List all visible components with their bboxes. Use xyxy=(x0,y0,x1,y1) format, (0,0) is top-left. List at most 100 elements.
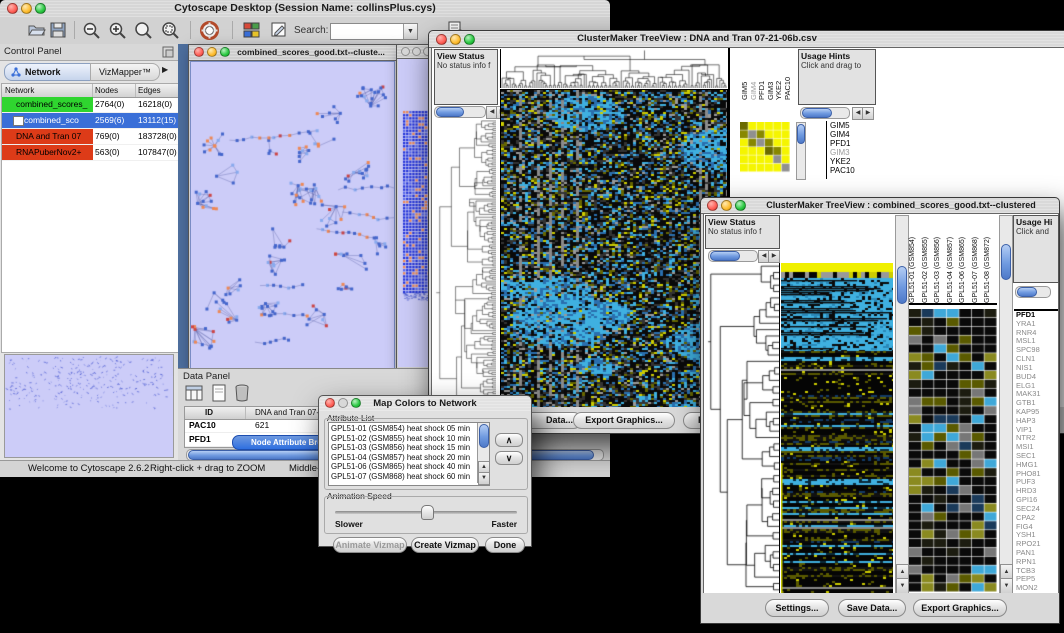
treeview2-usage-scrollbar[interactable] xyxy=(1015,286,1051,298)
treeview2-titlebar[interactable]: ClusterMaker TreeView : combined_scores_… xyxy=(701,198,1059,214)
treeview2-gene-labels: PFD1YRA1RNR4MSL1SPC98CLN1NIS1BUD4ELG1MAK… xyxy=(1014,309,1058,594)
attribute-item[interactable]: GPL51-01 (GSM854) heat shock 05 min xyxy=(331,424,489,434)
birdseye-view-canvas[interactable] xyxy=(4,354,174,458)
close-button[interactable] xyxy=(194,47,204,57)
attribute-list[interactable]: GPL51-01 (GSM854) heat shock 05 minGPL51… xyxy=(328,422,490,486)
close-button[interactable] xyxy=(707,200,718,211)
scroll-right-arrow[interactable]: ▶ xyxy=(768,250,780,263)
network-table: Network Nodes Edges combined_scores_2764… xyxy=(1,83,179,353)
network-frame-titlebar[interactable]: combined_scores_good.txt--cluste... xyxy=(189,45,396,61)
close-button[interactable] xyxy=(401,47,410,56)
export-graphics-button[interactable]: Export Graphics... xyxy=(573,412,675,429)
attribute-item[interactable]: GPL51-02 (GSM855) heat shock 10 min xyxy=(331,434,489,444)
network-table-row[interactable]: RNAPuberNov2+563(0)107847(0) xyxy=(2,145,178,161)
minimize-button[interactable] xyxy=(721,200,732,211)
zoom-out-icon[interactable] xyxy=(82,21,101,40)
tab-network-label: Network xyxy=(25,67,61,77)
network-table-rows: combined_scores_2764(0)16218(0)combined_… xyxy=(2,97,178,351)
id-col-header[interactable]: ID xyxy=(205,408,213,417)
network-table-row[interactable]: combined_sco2569(6)13112(15) xyxy=(2,113,178,129)
usage-hints-text: Click and xyxy=(1016,227,1049,236)
scroll-thumb[interactable] xyxy=(1001,244,1011,280)
network-view-canvas[interactable] xyxy=(190,61,395,369)
create-vizmap-button[interactable]: Create Vizmap xyxy=(411,537,479,553)
network-table-header: Network Nodes Edges xyxy=(2,84,178,98)
status-welcome: Welcome to Cytoscape 2.6.2 xyxy=(28,463,149,474)
vizmapper-palette-icon[interactable] xyxy=(243,22,260,38)
treeview1-zoom-vscrollbar[interactable] xyxy=(796,122,806,180)
main-titlebar[interactable]: Cytoscape Desktop (Session Name: collins… xyxy=(0,0,610,18)
scroll-thumb[interactable] xyxy=(1017,287,1037,297)
scroll-down-arrow[interactable]: ▼ xyxy=(478,472,490,485)
annotation-icon[interactable] xyxy=(270,21,288,39)
animate-vizmap-button[interactable]: Animate Vizmap xyxy=(333,537,407,553)
tab-network[interactable]: Network xyxy=(4,63,92,81)
open-folder-icon[interactable] xyxy=(28,22,46,38)
attribute-list-vscrollbar[interactable]: ▲ ▼ xyxy=(477,423,489,483)
attribute-item[interactable]: GPL51-06 (GSM865) heat shock 40 min xyxy=(331,462,489,472)
treeview1-titlebar[interactable]: ClusterMaker TreeView : DNA and Tran 07-… xyxy=(429,31,1064,48)
column-label: GPL51-04 (GSM857) xyxy=(947,217,959,303)
treeview1-row-dendrogram[interactable] xyxy=(434,120,496,406)
toolbar-separator xyxy=(74,21,75,39)
zoom-in-icon[interactable] xyxy=(108,21,127,40)
dialog-body: Attribute List GPL51-01 (GSM854) heat sh… xyxy=(319,411,531,546)
treeview1-column-dendrogram[interactable] xyxy=(500,49,727,88)
col-header-nodes[interactable]: Nodes xyxy=(95,86,118,95)
scroll-right-arrow[interactable]: ▶ xyxy=(862,107,874,120)
delete-attribute-icon[interactable] xyxy=(234,384,250,402)
scroll-down-arrow[interactable]: ▼ xyxy=(896,578,909,594)
treeview2-zoom-vscrollbar[interactable]: ▲ ▼ xyxy=(999,215,1013,595)
tab-overflow-arrow[interactable]: ▶ xyxy=(162,65,168,74)
network-name: combined_scores_ xyxy=(2,97,93,112)
scroll-thumb[interactable] xyxy=(710,251,740,261)
search-dropdown-arrow[interactable]: ▼ xyxy=(403,24,417,39)
minimize-button[interactable] xyxy=(412,47,421,56)
move-down-button[interactable]: ∨ xyxy=(495,451,523,465)
treeview1-zoom-heatmap[interactable] xyxy=(740,122,790,174)
network-table-row[interactable]: DNA and Tran 07769(0)183728(0) xyxy=(2,129,178,145)
treeview2-zoom-heatmap[interactable] xyxy=(909,309,997,592)
treeview1-usage-scrollbar[interactable] xyxy=(800,107,850,119)
scroll-thumb[interactable] xyxy=(436,107,464,117)
select-attributes-icon[interactable] xyxy=(184,384,204,402)
zoom-button[interactable] xyxy=(220,47,230,57)
speed-slider-thumb[interactable] xyxy=(421,505,434,520)
tab-vizmapper[interactable]: VizMapper™ xyxy=(90,63,160,81)
treeview2-heatmap-vscrollbar[interactable]: ▲ ▼ xyxy=(895,215,909,595)
scroll-thumb[interactable] xyxy=(797,124,805,144)
treeview2-row-dendrogram[interactable] xyxy=(705,263,780,593)
settings-button[interactable]: Settings... xyxy=(765,599,829,617)
scroll-thumb[interactable] xyxy=(897,266,907,304)
treeview2-vs-scrollbar[interactable] xyxy=(708,250,758,262)
attribute-item[interactable]: GPL51-07 (GSM868) heat shock 60 min xyxy=(331,472,489,482)
col-header-edges[interactable]: Edges xyxy=(138,86,161,95)
treeview2-window: ClusterMaker TreeView : combined_scores_… xyxy=(700,197,1060,624)
treeview2-heatmap[interactable] xyxy=(781,263,893,593)
minimize-button[interactable] xyxy=(207,47,217,57)
save-icon[interactable] xyxy=(50,22,66,38)
treeview1-vs-scrollbar[interactable] xyxy=(434,106,486,118)
zoom-selected-icon[interactable] xyxy=(160,21,180,40)
zoom-fit-icon[interactable] xyxy=(133,21,153,40)
network-table-row[interactable]: combined_scores_2764(0)16218(0) xyxy=(2,97,178,113)
new-attribute-icon[interactable] xyxy=(210,384,228,402)
view-status-text: No status info f xyxy=(437,61,490,70)
map-colors-dialog: Map Colors to Network Attribute List GPL… xyxy=(318,395,532,547)
dialog-titlebar[interactable]: Map Colors to Network xyxy=(319,396,531,412)
export-graphics-button[interactable]: Export Graphics... xyxy=(913,599,1007,617)
column-label: YKE2 xyxy=(774,54,782,100)
scroll-thumb[interactable] xyxy=(802,108,832,118)
treeview1-heatmap[interactable] xyxy=(500,89,728,408)
done-button[interactable]: Done xyxy=(485,537,525,553)
help-lifering-icon[interactable] xyxy=(200,21,219,40)
col-header-network[interactable]: Network xyxy=(5,86,34,95)
float-panel-icon[interactable] xyxy=(162,46,174,58)
save-data-button[interactable]: Save Data... xyxy=(838,599,906,617)
search-input[interactable]: ▼ xyxy=(330,23,418,40)
move-up-button[interactable]: ∧ xyxy=(495,433,523,447)
scroll-down-arrow[interactable]: ▼ xyxy=(1000,578,1013,594)
scroll-thumb[interactable] xyxy=(479,424,489,448)
attribute-item[interactable]: GPL51-04 (GSM857) heat shock 20 min xyxy=(331,453,489,463)
attribute-item[interactable]: GPL51-03 (GSM856) heat shock 15 min xyxy=(331,443,489,453)
